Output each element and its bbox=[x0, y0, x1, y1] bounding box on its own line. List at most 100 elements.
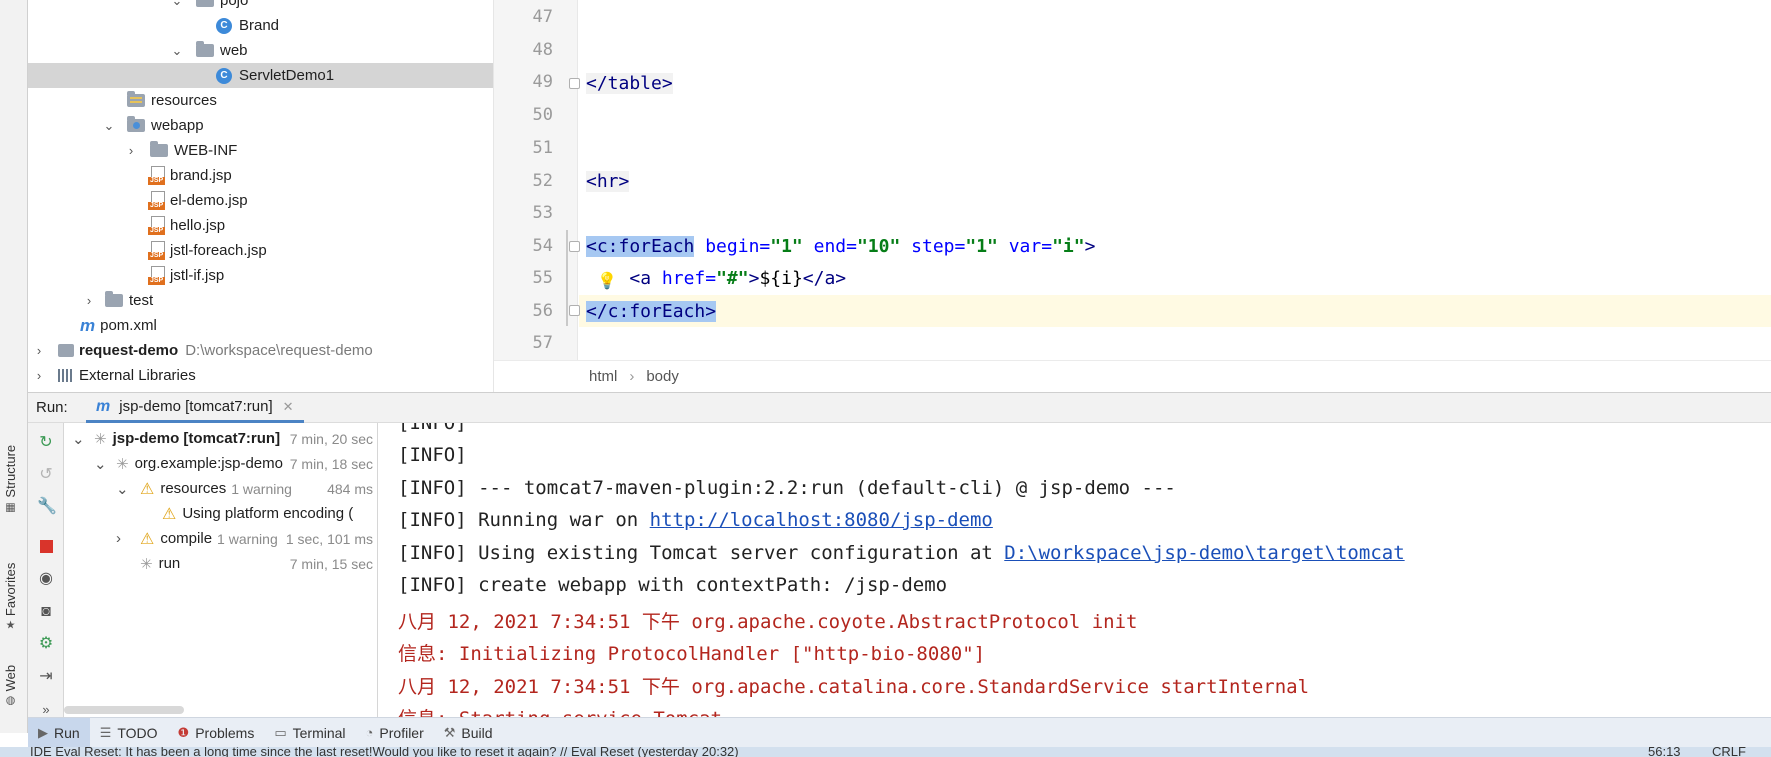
tree-item-request-demo[interactable]: › request-demo D:\workspace\request-demo bbox=[28, 338, 493, 363]
favorites-tab[interactable]: ★ Favorites bbox=[3, 563, 18, 632]
tree-item-el-demo-jsp[interactable]: el-demo.jsp bbox=[28, 188, 493, 213]
tool-tab-build[interactable]: ⚒ Build bbox=[434, 718, 503, 748]
spinner-icon: ✳ bbox=[140, 555, 153, 573]
tool-tab-profiler[interactable]: ◔ Profiler bbox=[356, 718, 434, 748]
tree-item-pojo[interactable]: ⌄ pojo bbox=[28, 0, 493, 13]
caret-position[interactable]: 56:13 bbox=[1648, 747, 1681, 757]
exit-icon[interactable]: ⇥ bbox=[37, 668, 55, 686]
tool-tab-terminal[interactable]: ▭ Terminal bbox=[264, 718, 355, 748]
globe-icon: ◍ bbox=[5, 694, 16, 707]
warning-icon: ⚠ bbox=[140, 480, 155, 498]
tree-item-brand[interactable]: C Brand bbox=[28, 13, 493, 38]
line-number: 50 bbox=[532, 105, 553, 125]
tree-item-webapp[interactable]: ⌄ webapp bbox=[28, 113, 493, 138]
run-tree-item[interactable]: ✳ run 7 min, 15 sec bbox=[64, 551, 377, 576]
profiler-icon: ◔ bbox=[365, 725, 374, 740]
console-output[interactable]: [INFO] [INFO] [INFO] --- tomcat7-maven-p… bbox=[378, 423, 1771, 717]
tree-item-jstl-foreach-jsp[interactable]: jstl-foreach.jsp bbox=[28, 238, 493, 263]
eye-icon[interactable]: ◉ bbox=[37, 570, 55, 588]
run-tree-item[interactable]: ⌄ ⚠ resources 1 warning 484 ms bbox=[64, 476, 377, 501]
console-line: 八月 12, 2021 7:34:51 下午 org.apache.coyote… bbox=[398, 611, 1138, 633]
module-folder-icon bbox=[58, 344, 74, 357]
structure-tab[interactable]: ▦ Structure bbox=[3, 445, 18, 513]
status-message[interactable]: IDE Eval Reset: It has been a long time … bbox=[30, 747, 739, 757]
jsp-file-icon bbox=[148, 190, 166, 211]
left-tool-strip: ▦ Structure ★ Favorites ◍ Web bbox=[0, 0, 28, 733]
run-tree-item[interactable]: › ⚠ compile 1 warning 1 sec, 101 ms bbox=[64, 526, 377, 551]
chevron-down-icon[interactable]: ⌄ bbox=[116, 480, 129, 498]
tree-scrollbar[interactable] bbox=[64, 706, 184, 714]
jsp-file-icon bbox=[148, 215, 166, 236]
chevron-right-icon: › bbox=[629, 368, 635, 385]
tree-item-brand-jsp[interactable]: brand.jsp bbox=[28, 163, 493, 188]
camera-icon[interactable]: ◙ bbox=[37, 603, 55, 621]
breadcrumb-item-html[interactable]: html bbox=[589, 368, 617, 385]
hammer-icon: ⚒ bbox=[443, 724, 456, 740]
tree-item-hello-jsp[interactable]: hello.jsp bbox=[28, 213, 493, 238]
fold-marker-icon[interactable] bbox=[569, 241, 580, 252]
chevron-right-icon[interactable]: › bbox=[32, 368, 46, 383]
tree-item-resources[interactable]: resources bbox=[28, 88, 493, 113]
fold-marker-icon[interactable] bbox=[569, 305, 580, 316]
tool-tab-problems[interactable]: ❶ Problems bbox=[168, 718, 265, 748]
close-icon[interactable]: ✕ bbox=[283, 399, 294, 415]
fold-marker-icon[interactable] bbox=[569, 78, 580, 89]
run-config-tab[interactable]: m jsp-demo [tomcat7:run] ✕ bbox=[86, 393, 304, 423]
tool-tab-run[interactable]: ▶ Run bbox=[28, 717, 90, 748]
chevron-right-icon[interactable]: › bbox=[116, 530, 121, 547]
run-tree-item[interactable]: ⌄ ✳ org.example:jsp-demo 7 min, 18 sec bbox=[64, 451, 377, 476]
list-icon: ☰ bbox=[99, 724, 112, 740]
tool-tab-todo[interactable]: ☰ TODO bbox=[90, 718, 168, 748]
web-tab[interactable]: ◍ Web bbox=[3, 665, 18, 707]
stop-icon[interactable] bbox=[37, 537, 55, 555]
code-line-56: </c:forEach> bbox=[586, 301, 717, 322]
run-tree-item[interactable]: ⌄ ✳ jsp-demo [tomcat7:run] 7 min, 20 sec bbox=[64, 426, 377, 451]
breadcrumb-item-body[interactable]: body bbox=[646, 368, 679, 385]
line-number: 51 bbox=[532, 138, 553, 158]
maven-icon: m bbox=[80, 315, 96, 335]
rerun-failed-icon[interactable]: ↺ bbox=[37, 466, 55, 484]
console-line: [INFO] Running war on http://localhost:8… bbox=[398, 509, 993, 531]
status-bar: IDE Eval Reset: It has been a long time … bbox=[0, 747, 1771, 757]
settings-icon[interactable]: ⚙ bbox=[37, 635, 55, 653]
line-separator[interactable]: CRLF bbox=[1712, 747, 1746, 757]
chevron-down-icon[interactable]: ⌄ bbox=[72, 430, 85, 448]
console-link[interactable]: D:\workspace\jsp-demo\target\tomcat bbox=[1004, 542, 1404, 564]
line-number: 48 bbox=[532, 40, 553, 60]
run-label: Run: bbox=[36, 399, 68, 416]
wrench-icon[interactable]: 🔧 bbox=[37, 498, 57, 516]
project-tree: ⌄ pojo C Brand ⌄ web C ServletDemo1 reso… bbox=[28, 0, 493, 392]
rerun-icon[interactable]: ↻ bbox=[37, 434, 55, 452]
chevron-right-icon[interactable]: › bbox=[82, 293, 96, 308]
folder-icon bbox=[196, 41, 214, 57]
run-tree-item[interactable]: ⚠ Using platform encoding ( bbox=[64, 501, 377, 526]
console-line: [INFO] Using existing Tomcat server conf… bbox=[398, 542, 1405, 564]
tree-item-external-libraries[interactable]: › External Libraries bbox=[28, 363, 493, 388]
jsp-file-icon bbox=[148, 265, 166, 286]
web-folder-icon bbox=[127, 116, 145, 132]
folder-icon bbox=[196, 0, 214, 7]
tree-item-jstl-if-jsp[interactable]: jstl-if.jsp bbox=[28, 263, 493, 288]
code-editor[interactable]: 47 48 49 50 51 52 53 54 55 56 57 </table… bbox=[493, 0, 1771, 392]
chevron-right-icon[interactable]: › bbox=[32, 343, 46, 358]
chevron-down-icon[interactable]: ⌄ bbox=[170, 0, 184, 9]
chevron-down-icon[interactable]: ⌄ bbox=[170, 43, 184, 59]
tree-item-pom-xml[interactable]: m pom.xml bbox=[28, 313, 493, 338]
class-icon: C bbox=[216, 17, 232, 34]
chevron-right-icon[interactable]: › bbox=[124, 143, 138, 158]
tree-item-web-inf[interactable]: › WEB-INF bbox=[28, 138, 493, 163]
code-line-54: <c:forEach begin="1" end="10" step="1" v… bbox=[586, 236, 1096, 257]
folder-icon bbox=[150, 141, 168, 157]
chevron-down-icon[interactable]: ⌄ bbox=[94, 455, 107, 473]
console-line: [INFO] bbox=[398, 444, 467, 466]
console-line: 信息: Starting service Tomcat bbox=[398, 704, 722, 717]
console-link[interactable]: http://localhost:8080/jsp-demo bbox=[650, 509, 993, 531]
tree-item-test[interactable]: › test bbox=[28, 288, 493, 313]
run-panel-header: Run: m jsp-demo [tomcat7:run] ✕ bbox=[28, 392, 1771, 423]
terminal-icon: ▭ bbox=[274, 724, 287, 740]
tree-item-servletdemo1[interactable]: C ServletDemo1 bbox=[28, 63, 493, 88]
lightbulb-icon[interactable]: 💡 bbox=[597, 271, 617, 291]
warning-icon: ⚠ bbox=[162, 505, 177, 523]
tree-item-web[interactable]: ⌄ web bbox=[28, 38, 493, 63]
chevron-down-icon[interactable]: ⌄ bbox=[102, 118, 116, 134]
